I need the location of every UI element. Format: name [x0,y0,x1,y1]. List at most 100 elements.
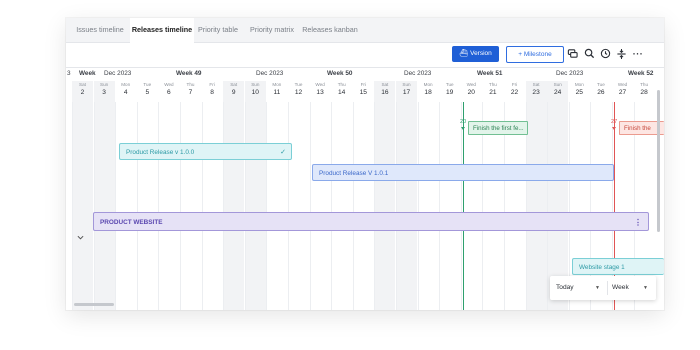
day-name: Mon [574,82,584,87]
day-name: Mon [121,82,131,87]
day-cell: Thu 14 [331,81,352,102]
day-number: 16 [381,89,389,96]
search-icon[interactable] [583,48,595,60]
day-cell: Sat 2 [72,81,93,102]
version-button-label: Version [470,50,492,57]
day-name: Sun [402,82,411,87]
day-column [417,102,439,310]
day-number: 8 [210,89,214,96]
day-cell: Mon 18 [418,81,439,102]
caret-down-icon: ▼ [595,285,600,291]
toolbar: ⛴ Version + Milestone ··· [66,43,664,67]
day-name: Mon [272,82,282,87]
day-cell: Sun 24 [547,81,569,102]
day-number: 21 [489,89,497,96]
day-name: Sun [100,82,109,87]
day-column [266,102,287,310]
day-number: 23 [532,89,540,96]
vertical-scrollbar[interactable] [657,90,660,232]
add-version-button[interactable]: ⛴ Version [452,46,499,62]
week-label: Week 52 [628,70,654,77]
day-number: 10 [251,89,259,96]
day-cell: Wed 6 [158,81,179,102]
day-cell: Fri 22 [504,81,525,102]
more-icon[interactable]: ··· [632,48,644,60]
day-name: Sun [553,82,562,87]
add-milestone-button[interactable]: + Milestone [506,46,564,63]
day-cell: Sun 10 [244,81,266,102]
day-cell: Tue 12 [288,81,309,102]
day-number: 3 [102,89,106,96]
stage-bar-website-stage-1[interactable]: Website stage 1 [572,258,664,275]
month-label: Dec 2023 [104,70,132,77]
view-controls: Today ▼ Week ▼ [550,276,656,300]
scale-label: Week [612,284,629,291]
day-name: Tue [445,82,454,87]
day-column [288,102,309,310]
day-cell: Wed 27 [612,81,633,102]
day-column [93,102,115,310]
day-name: Wed [164,82,174,87]
milestone-line-green [463,102,464,310]
day-name: Tue [294,82,303,87]
day-number: 11 [273,89,281,96]
tab-issues-timeline[interactable]: Issues timeline [70,18,130,42]
day-name: Sat [230,82,238,87]
day-name: Thu [337,82,346,87]
more-vertical-icon[interactable]: ⋮ [634,213,642,230]
today-dropdown[interactable]: Today ▼ [556,280,604,296]
day-name: Sat [532,82,540,87]
horizontal-scrollbar[interactable] [74,303,114,306]
day-cell: Wed 13 [310,81,331,102]
day-cell: Mon 25 [569,81,590,102]
day-name: Thu [640,82,649,87]
milestone-finish-first[interactable]: Finish the first fe... [468,121,528,135]
releases-timeline-panel: Issues timeline Releases timeline Priori… [66,18,664,310]
day-cell: Tue 19 [439,81,460,102]
day-number: 19 [446,89,454,96]
expand-collapse-icon[interactable] [615,48,627,60]
release-label: Product Release V 1.0.1 [319,170,389,177]
tab-releases-kanban[interactable]: Releases kanban [300,18,360,42]
day-column [525,102,547,310]
release-bar-v1-0-1[interactable]: Product Release V 1.0.1 [312,164,614,181]
day-number: 20 [467,89,475,96]
tab-priority-matrix[interactable]: Priority matrix [244,18,300,42]
day-cell: Thu 7 [180,81,201,102]
day-column [72,102,93,310]
day-number: 28 [640,89,648,96]
day-cell: Mon 4 [115,81,136,102]
day-name: Thu [488,82,497,87]
milestone-flag-red [612,127,616,130]
view-tabs: Issues timeline Releases timeline Priori… [66,18,664,43]
day-number: 27 [618,89,627,96]
tab-priority-table[interactable]: Priority table [194,18,242,42]
milestone-date: 20 [460,119,467,125]
day-number: 18 [424,89,432,96]
day-name: Fri [360,82,366,87]
leading-day-number: 3 [67,70,71,77]
clock-icon[interactable] [599,48,611,60]
day-column [309,102,331,310]
release-bar-v1-0-0[interactable]: Product Release v 1.0.0 ✓ [119,143,292,160]
scale-dropdown[interactable]: Week ▼ [612,280,652,296]
day-cell: Fri 15 [353,81,374,102]
day-name: Tue [597,82,605,87]
day-column [115,102,136,310]
checkmark-icon: ✓ [280,149,286,156]
day-number: 22 [510,89,519,96]
tab-releases-timeline[interactable]: Releases timeline [130,18,194,43]
day-number: 24 [554,89,562,96]
day-number: 12 [294,89,303,96]
day-name: Fri [511,82,518,87]
day-cell: Fri 8 [202,81,223,102]
day-name: Fri [209,82,215,87]
chevron-down-icon[interactable] [77,235,84,242]
comment-icon[interactable] [566,48,578,60]
day-column [180,102,201,310]
milestone-flag-green [461,127,465,130]
day-number: 13 [316,89,324,96]
day-number: 9 [231,89,236,96]
day-cell: Mon 11 [266,81,287,102]
group-product-website[interactable]: PRODUCT WEBSITE ⋮ [93,212,649,231]
